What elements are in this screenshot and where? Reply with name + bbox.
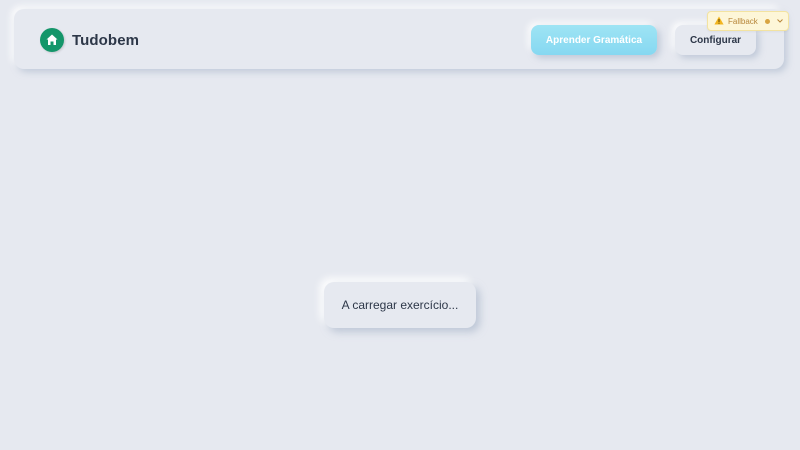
fallback-badge[interactable]: Fallback <box>707 11 789 31</box>
warning-icon <box>714 12 724 30</box>
brand[interactable]: Tudobem <box>40 28 139 52</box>
fallback-label: Fallback <box>728 16 758 26</box>
loading-text: A carregar exercício... <box>341 298 459 312</box>
brand-name: Tudobem <box>72 31 140 49</box>
app-page: Tudobem Aprender Gramática Configurar Fa… <box>0 0 800 450</box>
learn-grammar-button[interactable]: Aprender Gramática <box>531 25 657 55</box>
chevron-down-icon[interactable] <box>776 18 783 25</box>
status-dot <box>764 18 770 24</box>
house-icon <box>40 28 64 52</box>
loading-card: A carregar exercício... <box>324 282 476 328</box>
header-bar: Tudobem Aprender Gramática Configurar <box>14 9 784 69</box>
